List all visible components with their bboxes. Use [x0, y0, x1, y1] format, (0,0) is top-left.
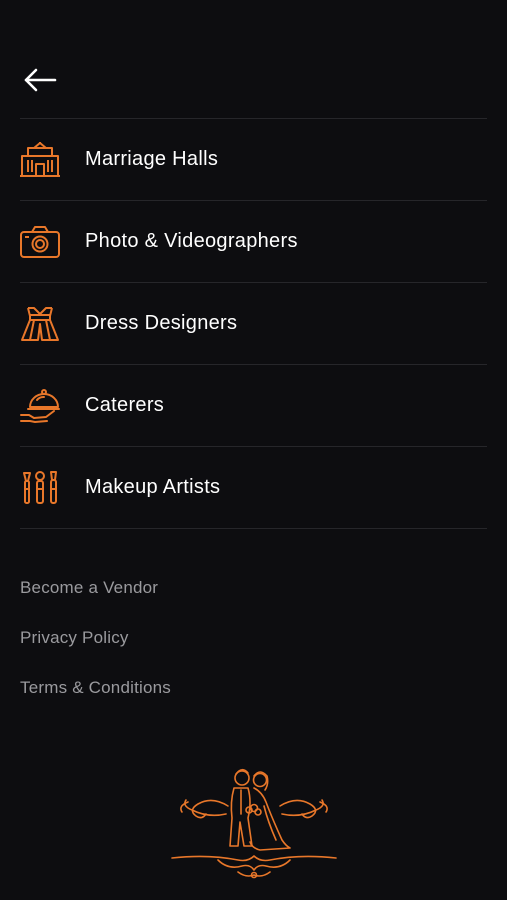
menu-item-label: Caterers	[85, 394, 165, 416]
footer-links: Become a Vendor Privacy Policy Terms & C…	[20, 570, 171, 720]
menu-item-label: Dress Designers	[85, 312, 238, 334]
menu-item-label: Makeup Artists	[85, 476, 221, 498]
menu-item-caterers[interactable]: Caterers	[20, 365, 487, 447]
back-button[interactable]	[22, 64, 58, 96]
wedding-couple-logo	[168, 762, 340, 882]
menu-item-marriage-halls[interactable]: Marriage Halls	[20, 119, 487, 201]
marriage-hall-icon	[20, 140, 60, 180]
menu-item-dress-designers[interactable]: Dress Designers	[20, 283, 487, 365]
arrow-left-icon	[24, 68, 57, 92]
vendor-category-menu: Marriage Halls Photo & Videographers Dre…	[20, 119, 487, 529]
terms-conditions-link[interactable]: Terms & Conditions	[20, 670, 171, 720]
menu-item-label: Photo & Videographers	[85, 230, 298, 252]
menu-item-label: Marriage Halls	[85, 148, 219, 170]
menu-item-photo-videographers[interactable]: Photo & Videographers	[20, 201, 487, 283]
catering-cloche-icon	[20, 386, 60, 426]
dress-icon	[20, 304, 60, 344]
makeup-brushes-icon	[20, 468, 60, 508]
privacy-policy-link[interactable]: Privacy Policy	[20, 620, 171, 670]
menu-item-makeup-artists[interactable]: Makeup Artists	[20, 447, 487, 529]
camera-icon	[20, 222, 60, 262]
become-vendor-link[interactable]: Become a Vendor	[20, 570, 171, 620]
top-bar	[20, 0, 487, 119]
